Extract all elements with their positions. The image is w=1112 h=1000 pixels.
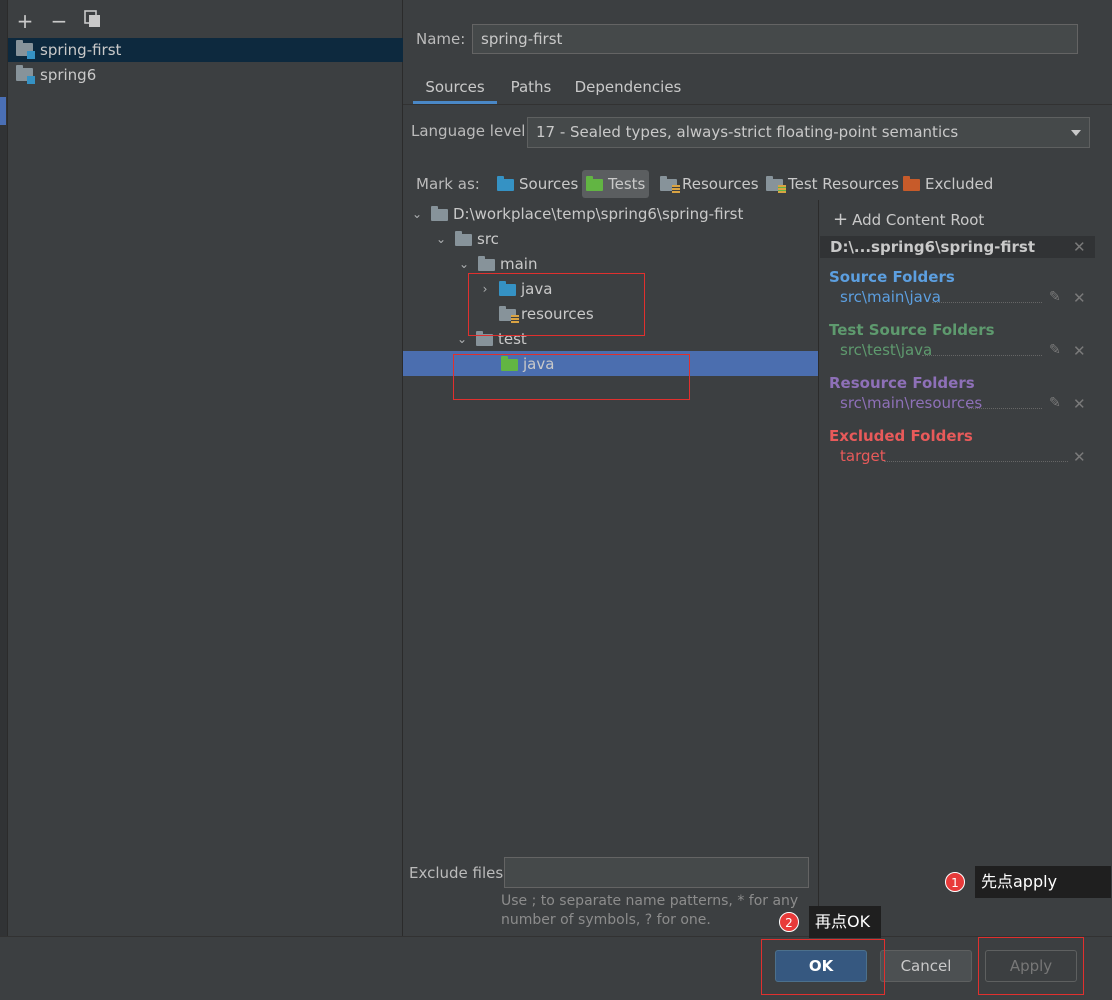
mark-resources-label: Resources — [682, 175, 759, 193]
close-icon[interactable]: ✕ — [1073, 342, 1086, 360]
step-1-badge: 1 — [945, 872, 965, 892]
highlight-box-ok — [761, 939, 885, 995]
dotted-leader — [968, 408, 1042, 409]
excluded-folders-title: Excluded Folders — [829, 427, 973, 445]
highlight-box-main — [468, 273, 645, 336]
mark-as-label: Mark as: — [416, 175, 480, 193]
content-root-panel — [818, 200, 1112, 936]
excluded-folder-path[interactable]: target — [840, 447, 886, 465]
tree-item-src[interactable]: ⌄ src — [403, 226, 818, 251]
tab-dependencies[interactable]: Dependencies — [570, 78, 686, 104]
resource-folder-path[interactable]: src\main\resources — [840, 394, 982, 412]
step-1-tooltip: 先点apply — [975, 866, 1111, 898]
tabs-divider — [403, 104, 1112, 105]
source-folder-path[interactable]: src\main\java — [840, 288, 941, 306]
pencil-icon[interactable]: ✎ — [1049, 342, 1061, 358]
exclude-hint-line-2: number of symbols, ? for one. — [501, 912, 711, 928]
folder-icon — [431, 205, 449, 221]
highlight-box-test — [453, 354, 690, 400]
close-icon[interactable]: ✕ — [1073, 395, 1086, 413]
test-source-folders-title: Test Source Folders — [829, 321, 995, 339]
test-source-folder-path[interactable]: src\test\java — [840, 341, 932, 359]
step-2-tooltip: 再点OK — [809, 906, 881, 938]
language-level-value: 17 - Sealed types, always-strict floatin… — [536, 123, 959, 141]
pencil-icon[interactable]: ✎ — [1049, 289, 1061, 305]
sources-folder-icon — [497, 176, 515, 191]
mark-resources-button[interactable]: Resources — [656, 170, 763, 198]
left-edge-marker — [0, 97, 6, 125]
add-content-root-label: Add Content Root — [852, 211, 985, 229]
mark-sources-label: Sources — [519, 175, 579, 193]
mark-test-resources-label: Test Resources — [788, 175, 899, 193]
tab-sources[interactable]: Sources — [413, 78, 497, 104]
content-root-header: D:\...spring6\spring-first — [820, 236, 1095, 258]
module-item-spring-first[interactable]: spring-first — [8, 38, 403, 62]
mark-sources-button[interactable]: Sources — [493, 170, 582, 198]
module-folder-icon — [16, 65, 35, 84]
close-icon[interactable]: ✕ — [1073, 448, 1086, 466]
mark-excluded-button[interactable]: Excluded — [899, 170, 997, 198]
dotted-leader — [922, 355, 1042, 356]
dotted-leader — [932, 302, 1042, 303]
mark-tests-label: Tests — [608, 175, 646, 193]
chevron-down-icon: ⌄ — [458, 256, 470, 271]
left-edge-strip — [0, 0, 8, 936]
highlight-box-apply — [978, 937, 1084, 995]
bottom-divider — [0, 936, 1112, 937]
resources-folder-icon — [660, 176, 680, 193]
mark-excluded-label: Excluded — [925, 175, 994, 193]
mark-tests-button[interactable]: Tests — [582, 170, 650, 198]
copy-icon[interactable] — [82, 10, 104, 32]
source-folders-title: Source Folders — [829, 268, 955, 286]
step-2-badge: 2 — [779, 912, 799, 932]
name-label: Name: — [416, 30, 466, 48]
chevron-down-icon: ⌄ — [411, 206, 423, 221]
chevron-down-icon — [1071, 130, 1081, 136]
plus-icon: + — [833, 209, 849, 230]
add-content-root-button[interactable]: + Add Content Root — [833, 209, 984, 230]
close-icon[interactable]: ✕ — [1073, 289, 1086, 307]
dotted-leader — [884, 461, 1068, 462]
module-item-spring6[interactable]: spring6 — [8, 63, 403, 87]
language-level-label: Language level: — [411, 122, 531, 140]
language-level-select[interactable]: 17 - Sealed types, always-strict floatin… — [527, 117, 1090, 148]
folder-icon — [478, 255, 496, 271]
close-icon[interactable]: ✕ — [1073, 238, 1086, 256]
name-input[interactable]: spring-first — [472, 24, 1078, 54]
folder-icon — [455, 230, 473, 246]
content-root-path: D:\...spring6\spring-first — [830, 238, 1036, 256]
exclude-files-hint: Use ; to separate name patterns, * for a… — [501, 892, 801, 930]
tree-label: D:\workplace\temp\spring6\spring-first — [453, 204, 744, 223]
tree-item-root[interactable]: ⌄ D:\workplace\temp\spring6\spring-first — [403, 201, 818, 226]
chevron-down-icon: ⌄ — [435, 231, 447, 246]
modules-panel: + − spring-first spring6 — [8, 0, 403, 936]
module-label: spring-first — [40, 41, 122, 59]
module-folder-icon — [16, 40, 35, 59]
tab-paths[interactable]: Paths — [505, 78, 557, 104]
excluded-folder-icon — [903, 176, 921, 191]
plus-icon[interactable]: + — [14, 10, 36, 32]
cancel-button[interactable]: Cancel — [880, 950, 972, 982]
exclude-files-input[interactable] — [504, 857, 809, 888]
resource-folders-title: Resource Folders — [829, 374, 975, 392]
exclude-files-label: Exclude files: — [409, 864, 509, 882]
tests-folder-icon — [586, 176, 604, 191]
exclude-hint-line-1: Use ; to separate name patterns, * for a… — [501, 893, 799, 909]
tree-label: src — [477, 229, 499, 248]
pencil-icon[interactable]: ✎ — [1049, 395, 1061, 411]
tree-label: main — [500, 254, 538, 273]
module-label: spring6 — [40, 66, 97, 84]
minus-icon[interactable]: − — [48, 10, 70, 32]
mark-test-resources-button[interactable]: Test Resources — [762, 170, 903, 198]
test-resources-folder-icon — [766, 176, 786, 193]
